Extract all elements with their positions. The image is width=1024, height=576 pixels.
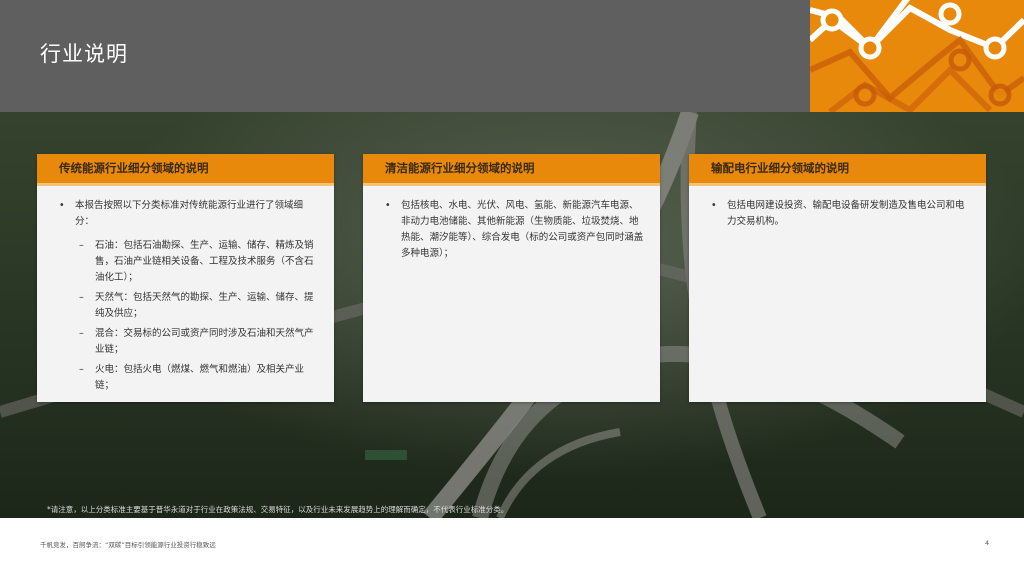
sub-item-mixed: 混合：交易标的公司或资产同时涉及石油和天然气产业链；: [59, 326, 320, 358]
sub-item-oil: 石油：包括石油勘探、生产、运输、储存、精炼及销售，石油产业链相关设备、工程及技术…: [59, 238, 320, 286]
page-number: 4: [985, 539, 990, 547]
line-chart-logo-icon: [810, 0, 1024, 112]
card-title: 清洁能源行业细分领域的说明: [363, 154, 660, 186]
card-title: 传统能源行业细分领域的说明: [37, 154, 334, 186]
card-traditional-energy: 传统能源行业细分领域的说明 本报告按照以下分类标准对传统能源行业进行了领域细分：…: [37, 154, 334, 402]
card-title: 输配电行业细分领域的说明: [689, 154, 986, 186]
sub-item-thermal: 火电：包括火电（燃煤、燃气和燃油）及相关产业链；: [59, 362, 320, 394]
card-bullet: 包括核电、水电、光伏、风电、氢能、新能源汽车电源、非动力电池储能、其他新能源（生…: [385, 198, 646, 262]
brand-logo: [810, 0, 1024, 112]
card-bullet: 本报告按照以下分类标准对传统能源行业进行了领域细分：: [59, 198, 320, 230]
card-transmission: 输配电行业细分领域的说明 包括电网建设投资、输配电设备研发制造及售电公司和电力交…: [689, 154, 986, 402]
card-clean-energy: 清洁能源行业细分领域的说明 包括核电、水电、光伏、风电、氢能、新能源汽车电源、非…: [363, 154, 660, 402]
footer-text: 千帆竞发，百舸争流：“双碳”目标引领能源行业投资行稳致远: [40, 541, 216, 549]
header-bar: 行业说明: [0, 0, 810, 112]
sub-item-gas: 天然气：包括天然气的勘探、生产、运输、储存、提纯及供应；: [59, 290, 320, 322]
card-bullet: 包括电网建设投资、输配电设备研发制造及售电公司和电力交易机构。: [711, 198, 972, 230]
footnote: *请注意，以上分类标准主要基于普华永道对于行业在政策法规、交易特征，以及行业未来…: [47, 505, 509, 514]
page-title: 行业说明: [40, 42, 128, 66]
